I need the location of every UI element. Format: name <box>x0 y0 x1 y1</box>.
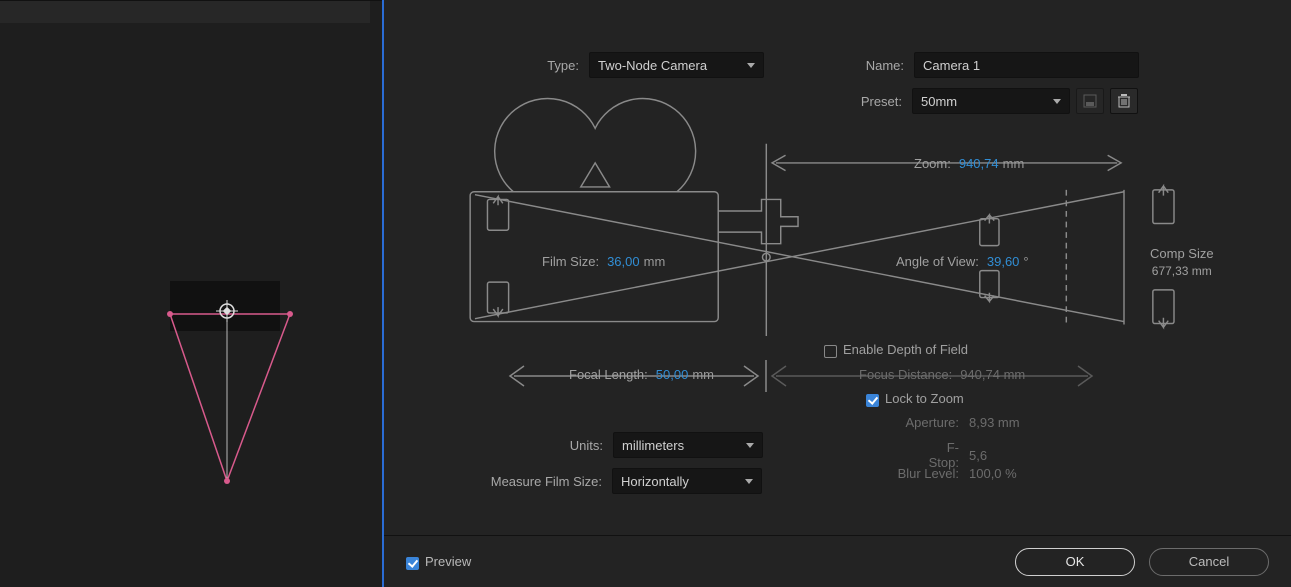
ok-button[interactable]: OK <box>1015 548 1135 576</box>
film-size-value[interactable]: 36,00 <box>607 254 640 269</box>
lock-to-zoom-label: Lock to Zoom <box>885 391 964 406</box>
dialog-footer: Preview OK Cancel <box>384 535 1291 587</box>
focal-length-label: Focal Length: <box>569 367 648 382</box>
fstop-value: 5,6 <box>969 448 987 463</box>
zoom-label: Zoom: <box>914 156 951 171</box>
angle-of-view-value[interactable]: 39,60 <box>987 254 1020 269</box>
units-label: Units: <box>523 438 603 453</box>
aperture-value: 8,93 mm <box>969 415 1020 430</box>
blur-level-value: 100,0 % <box>969 466 1017 481</box>
preview-label: Preview <box>425 554 471 569</box>
zoom-value[interactable]: 940,74 <box>959 156 999 171</box>
name-label: Name: <box>854 58 904 73</box>
angle-of-view-label: Angle of View: <box>896 254 979 269</box>
type-label: Type: <box>534 58 579 73</box>
name-input[interactable]: Camera 1 <box>914 52 1139 78</box>
lock-to-zoom-checkbox[interactable] <box>866 394 879 407</box>
cancel-button[interactable]: Cancel <box>1149 548 1269 576</box>
units-select[interactable]: millimeters <box>613 432 763 458</box>
camera-settings-dialog: Type: Two-Node Camera Name: Camera 1 Pre… <box>384 0 1291 587</box>
measure-film-size-label: Measure Film Size: <box>466 474 602 489</box>
camera-gizmo-preview <box>165 281 295 491</box>
chevron-down-icon <box>745 479 753 484</box>
focal-length-value[interactable]: 50,00 <box>656 367 689 382</box>
chevron-down-icon <box>747 63 755 68</box>
type-select[interactable]: Two-Node Camera <box>589 52 764 78</box>
blur-level-label: Blur Level: <box>897 466 959 481</box>
enable-dof-label: Enable Depth of Field <box>843 342 968 357</box>
focus-distance-label: Focus Distance: <box>859 367 952 382</box>
camera-diagram <box>454 86 1291 336</box>
film-size-label: Film Size: <box>542 254 599 269</box>
aperture-label: Aperture: <box>904 415 959 430</box>
comp-size-group: Comp Size 677,33 mm <box>1150 246 1214 278</box>
measure-film-size-select[interactable]: Horizontally <box>612 468 762 494</box>
focus-distance-value: 940,74 mm <box>960 367 1025 382</box>
preview-checkbox[interactable] <box>406 557 419 570</box>
enable-dof-checkbox[interactable] <box>824 345 837 358</box>
viewer-panel <box>0 0 382 587</box>
chevron-down-icon <box>746 443 754 448</box>
